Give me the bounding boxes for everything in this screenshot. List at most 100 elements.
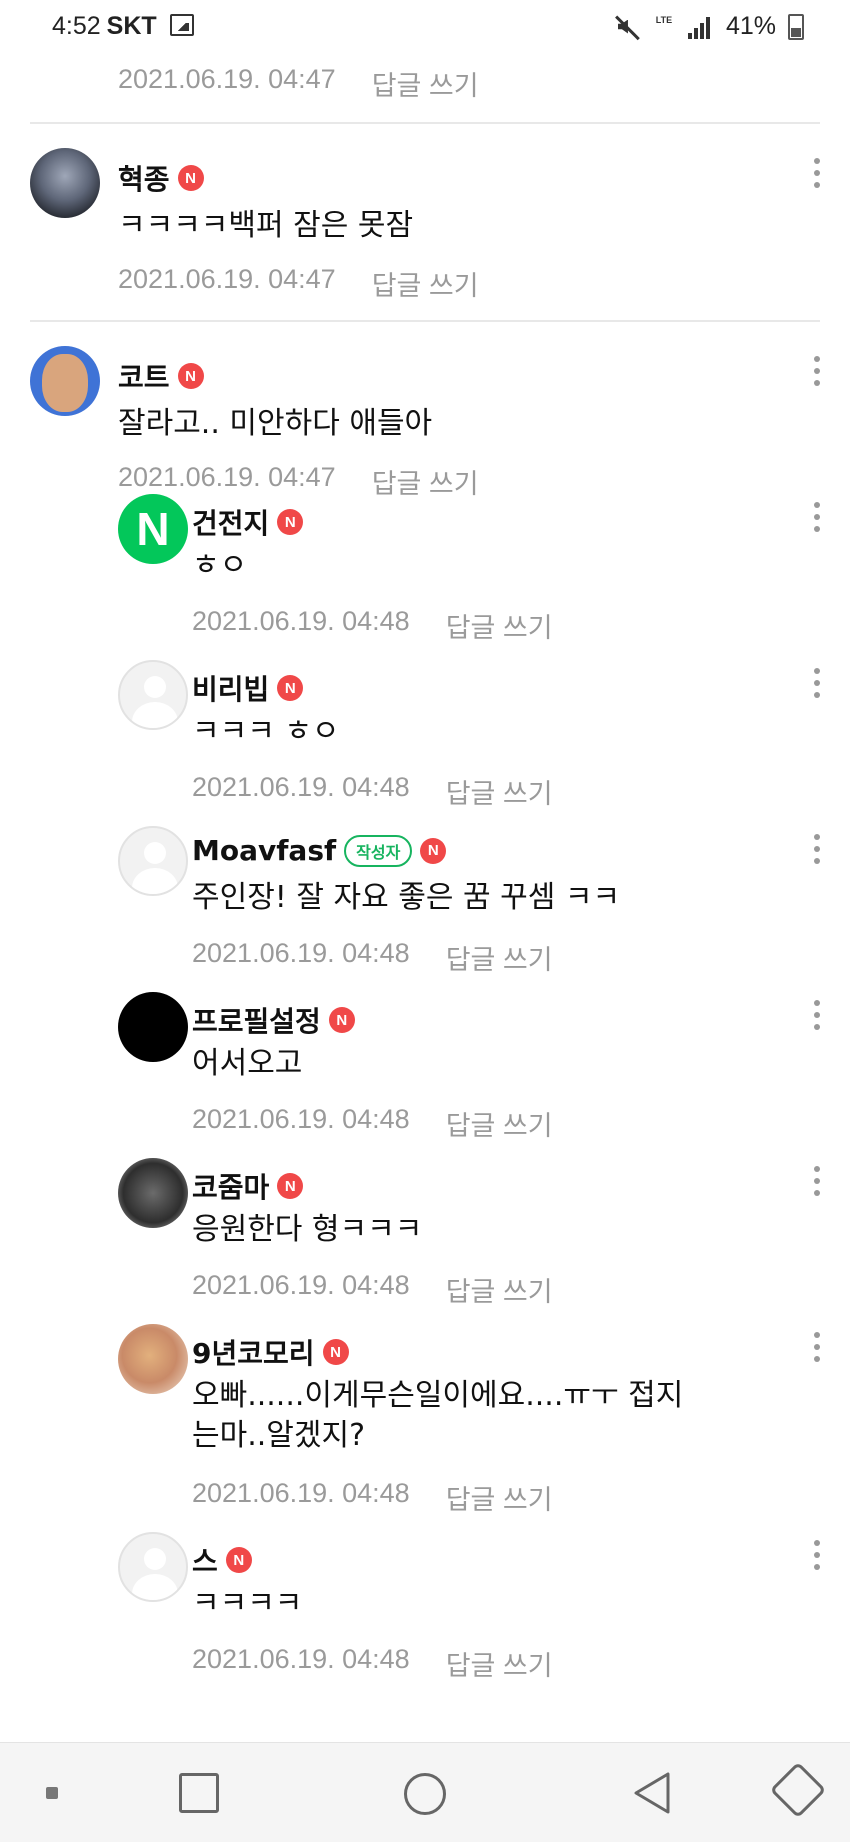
reply-item: 스 N ㅋㅋㅋㅋ 2021.06.19. 04:48 답글 쓰기 [0,1532,850,1698]
author-name[interactable]: 코줌마 [192,1166,269,1206]
comment-text: 잘라고.. 미안하다 애들아 [118,406,433,441]
back-icon[interactable] [632,1770,672,1816]
reply-link[interactable]: 답글 쓰기 [446,938,553,977]
author-name[interactable]: 스 [192,1540,218,1580]
rotate-screen-icon[interactable] [769,1761,827,1819]
comment-meta: 2021.06.19. 04:48 답글 쓰기 [192,1270,553,1309]
comment-text: ㅋㅋㅋㅋ [192,1586,303,1621]
comment-date: 2021.06.19. 04:48 [192,1270,410,1300]
reply-link[interactable]: 답글 쓰기 [446,1104,553,1143]
author-name[interactable]: 프로필설정 [192,1000,321,1040]
comment-meta: 2021.06.19. 04:48 답글 쓰기 [192,1104,553,1143]
comment-header: 프로필설정 N [192,1000,355,1040]
reply-link[interactable]: 답글 쓰기 [446,1644,553,1683]
comment-header: 비리빕 N [192,668,304,708]
new-badge: N [177,165,204,191]
comment-date: 2021.06.19. 04:48 [192,1104,410,1134]
default-avatar[interactable] [118,1532,188,1602]
new-badge: N [277,509,304,535]
reply-item: N 건전지 N ㅎㅇ 2021.06.19. 04:48 답글 쓰기 [0,494,850,660]
comment-text: ㅋㅋㅋㅋ백퍼 잠은 못잠 [118,208,414,243]
more-options-icon[interactable] [814,668,820,698]
author-name[interactable]: 코트 [118,356,170,396]
more-options-icon[interactable] [814,356,820,386]
comment-date: 2021.06.19. 04:47 [118,264,336,294]
status-time: 4:52 SKT [52,12,157,40]
avatar[interactable] [30,346,100,416]
avatar[interactable] [30,148,100,218]
reply-item: 프로필설정 N 어서오고 2021.06.19. 04:48 답글 쓰기 [0,992,850,1158]
comment-date: 2021.06.19. 04:48 [192,606,410,636]
carrier-label: SKT [106,12,157,40]
comment-header: 9년코모리 N [192,1332,349,1372]
reply-link[interactable]: 답글 쓰기 [446,606,553,645]
comment-header: 코트 N [118,356,204,396]
lte-icon: LTE [655,14,673,25]
author-name[interactable]: 건전지 [192,502,269,542]
mute-icon [614,14,640,40]
new-badge: N [225,1547,252,1573]
reply-link[interactable]: 답글 쓰기 [446,772,553,811]
more-options-icon[interactable] [814,834,820,864]
comment-item: 코트 N 잘라고.. 미안하다 애들아 2021.06.19. 04:47 답글… [0,322,850,499]
new-badge: N [322,1339,349,1365]
signal-icon [687,15,714,39]
nav-dot-icon[interactable] [46,1787,58,1799]
more-options-icon[interactable] [814,502,820,532]
comment-date: 2021.06.19. 04:48 [192,772,410,802]
comment-header: 건전지 N [192,502,304,542]
avatar[interactable] [118,1158,188,1228]
comment-date: 2021.06.19. 04:47 [118,64,336,94]
default-avatar[interactable] [118,660,188,730]
comment-meta: 2021.06.19. 04:48 답글 쓰기 [192,1478,553,1517]
comment-header: Moavfasf 작성자 N [192,834,447,867]
new-badge: N [177,363,204,389]
more-options-icon[interactable] [814,1166,820,1196]
more-options-icon[interactable] [814,1332,820,1362]
comment-list: 2021.06.19. 04:47 답글 쓰기 혁종 N ㅋㅋㅋㅋ백퍼 잠은 못… [0,56,850,1698]
status-icons: LTE 41% [614,12,804,41]
comment-date: 2021.06.19. 04:48 [192,938,410,968]
reply-link[interactable]: 답글 쓰기 [446,1478,553,1517]
more-options-icon[interactable] [814,158,820,188]
comment-meta: 2021.06.19. 04:48 답글 쓰기 [192,938,553,977]
recent-apps-icon[interactable] [179,1773,219,1813]
reply-link[interactable]: 답글 쓰기 [446,1270,553,1309]
author-name[interactable]: Moavfasf [192,834,336,867]
reply-link[interactable]: 답글 쓰기 [372,264,479,303]
home-icon[interactable] [404,1773,446,1815]
default-avatar[interactable] [118,826,188,896]
reply-item: 9년코모리 N 오빠......이게무슨일이에요....ㅠㅜ 접지 는마..알겠… [0,1324,850,1532]
comment-text: ㅎㅇ [192,548,248,583]
comment-text-line: 오빠......이게무슨일이에요....ㅠㅜ 접지 [192,1378,684,1413]
reply-item: 코줌마 N 응원한다 형ㅋㅋㅋ 2021.06.19. 04:48 답글 쓰기 [0,1158,850,1324]
avatar[interactable] [118,992,188,1062]
comment-header: 혁종 N [118,158,204,198]
avatar[interactable]: N [118,494,188,564]
comment-meta: 2021.06.19. 04:48 답글 쓰기 [192,772,553,811]
comment-header: 스 N [192,1540,252,1580]
reply-item: 비리빕 N ㅋㅋㅋ ㅎㅇ 2021.06.19. 04:48 답글 쓰기 [0,660,850,826]
comment-date: 2021.06.19. 04:48 [192,1478,410,1508]
comment-text: 어서오고 [192,1046,303,1081]
status-bar: 4:52 SKT LTE 41% [0,0,850,56]
more-options-icon[interactable] [814,1000,820,1030]
new-badge: N [277,1173,304,1199]
new-badge: N [420,837,447,864]
comment-date: 2021.06.19. 04:48 [192,1644,410,1674]
system-nav-bar [0,1742,850,1842]
battery-icon [788,13,804,40]
comment-text-line: 는마..알겠지? [192,1418,365,1453]
comment-meta: 2021.06.19. 04:47 답글 쓰기 [118,64,479,103]
comment-text: 주인장! 잘 자요 좋은 꿈 꾸셈 ㅋㅋ [192,880,621,915]
more-options-icon[interactable] [814,1540,820,1570]
avatar[interactable] [118,1324,188,1394]
new-badge: N [277,675,304,701]
author-badge: 작성자 [344,834,413,867]
author-name[interactable]: 비리빕 [192,668,269,708]
author-name[interactable]: 혁종 [118,158,170,198]
author-name[interactable]: 9년코모리 [192,1332,315,1372]
comment-meta: 2021.06.19. 04:48 답글 쓰기 [192,1644,553,1683]
reply-link[interactable]: 답글 쓰기 [372,64,479,103]
battery-percent: 41% [725,12,776,40]
